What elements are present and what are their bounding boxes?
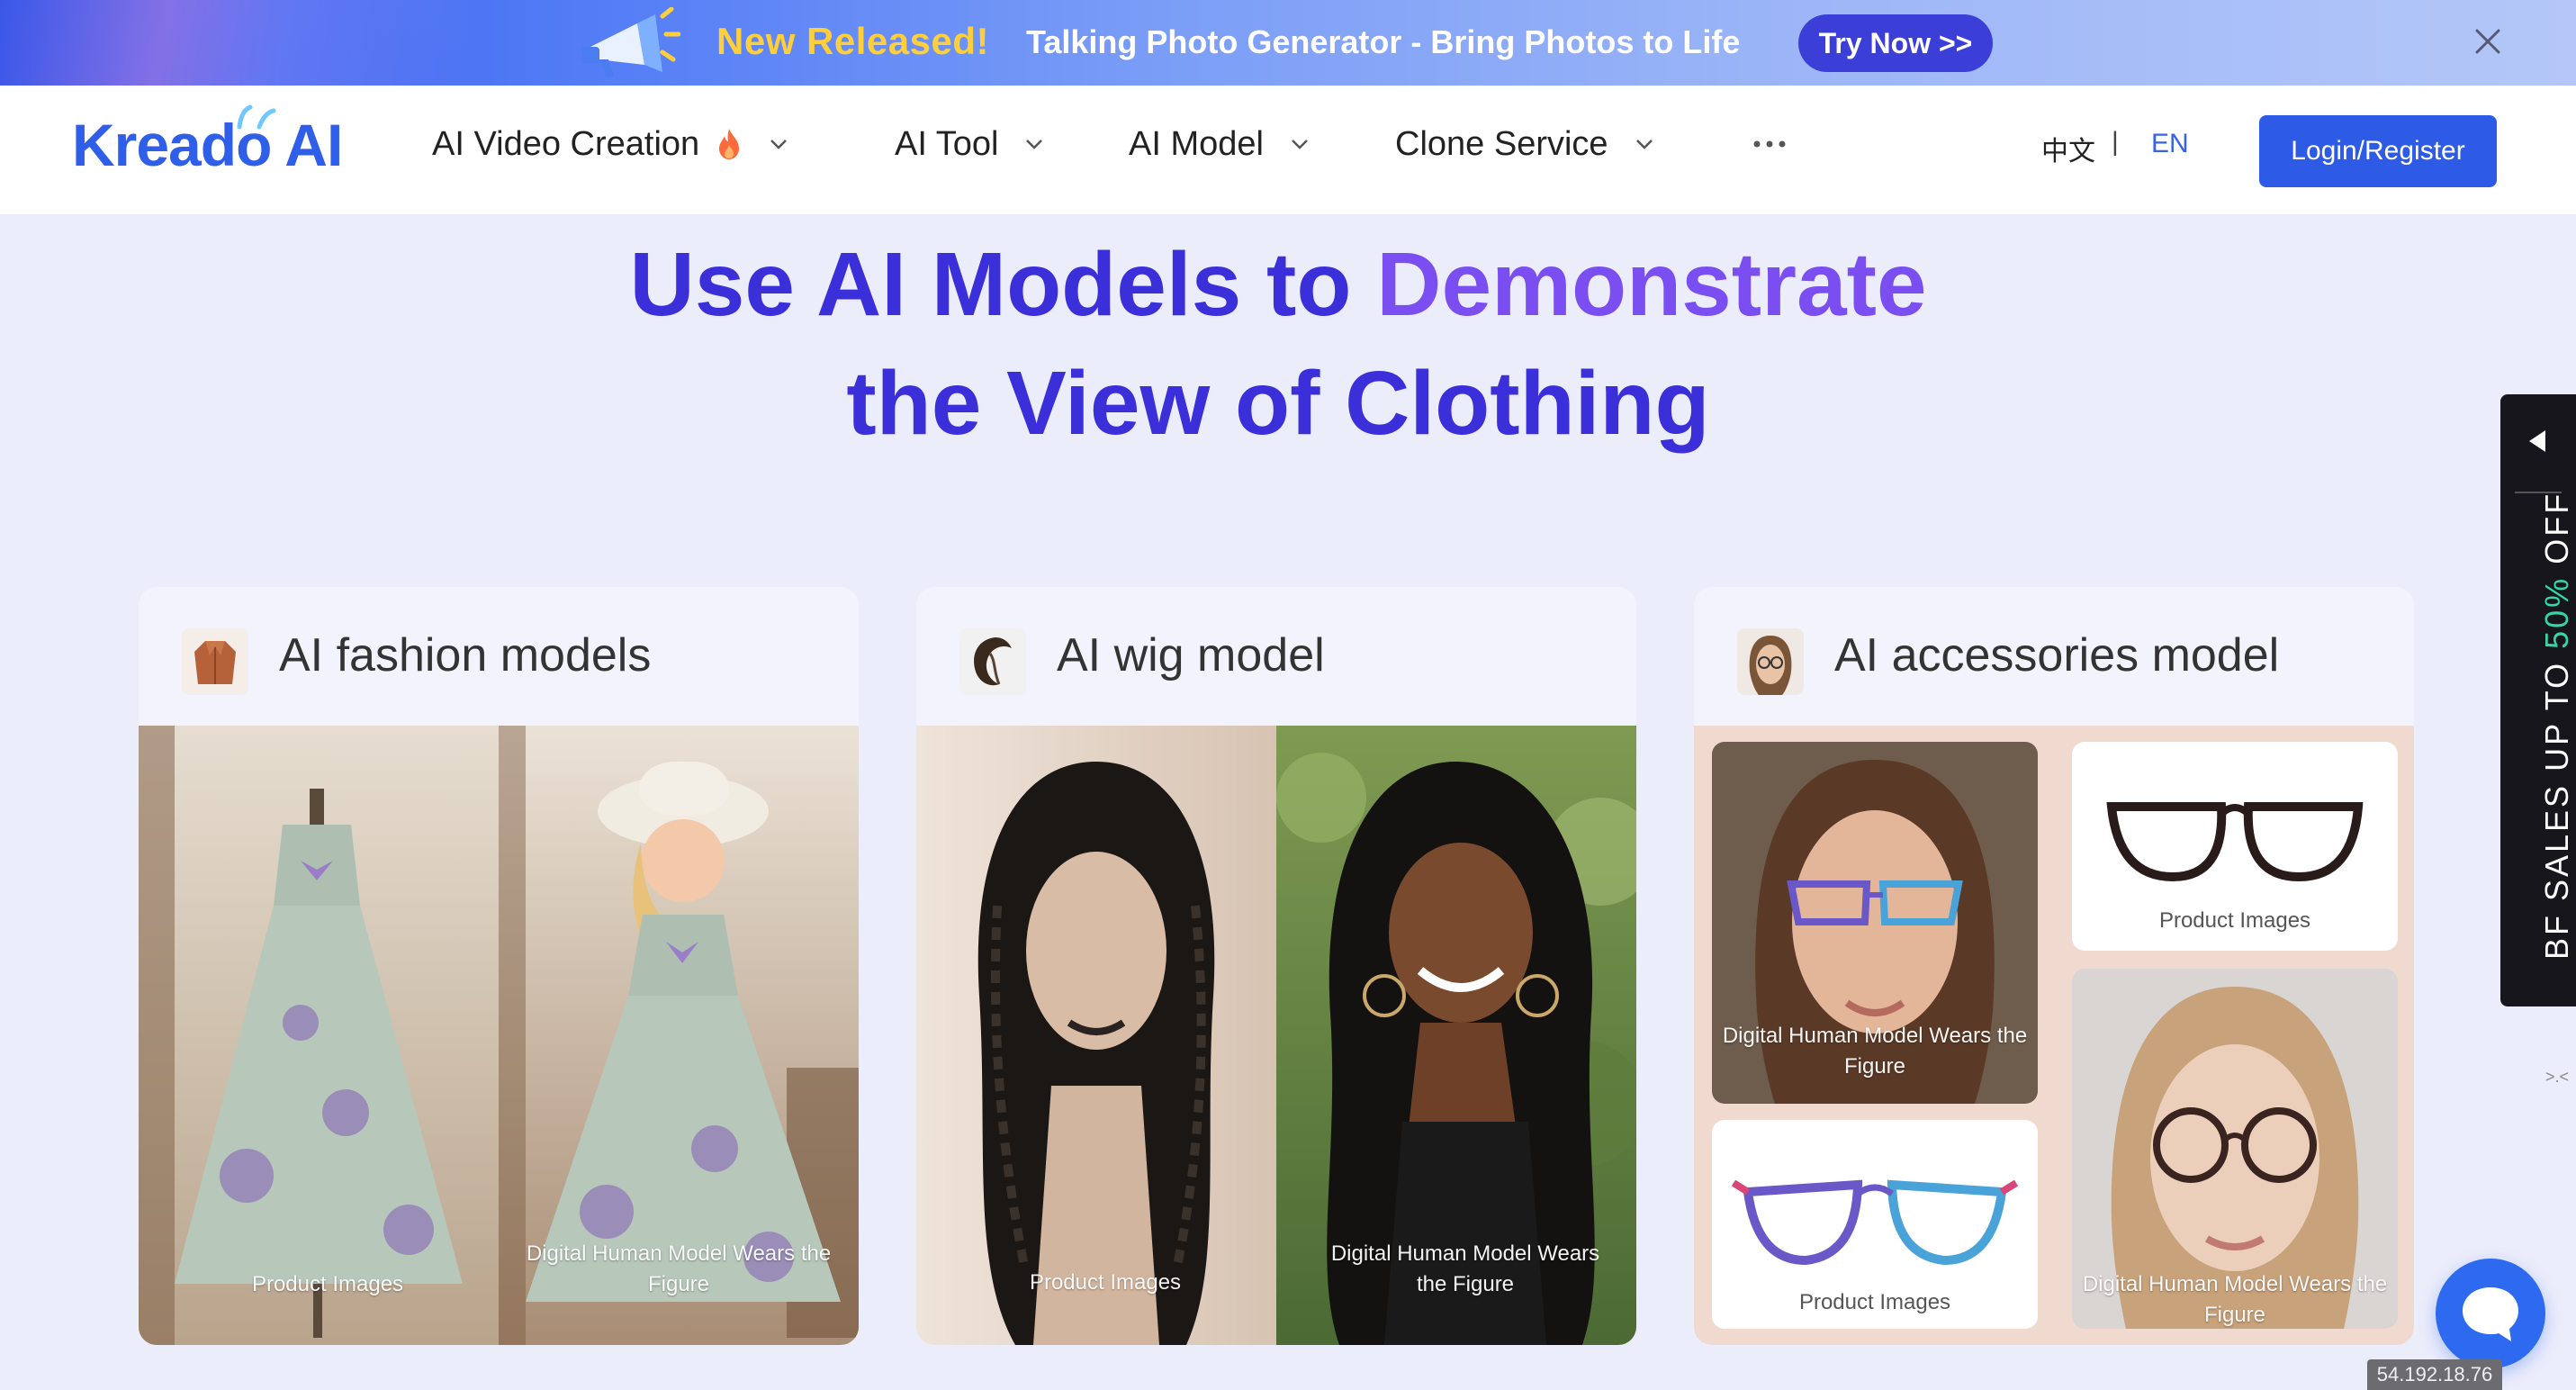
megaphone-icon: [581, 7, 680, 77]
collapse-hint[interactable]: >.<: [2545, 1068, 2569, 1087]
image-caption: Product Images: [1029, 1270, 1182, 1295]
nav-item-label: AI Video Creation: [432, 124, 700, 163]
image-caption: Digital Human Model Wears the Figure: [1330, 1241, 1600, 1296]
hero-line1-highlight: Demonstrate: [1376, 234, 1927, 335]
nav-item-label: AI Tool: [895, 124, 999, 163]
hero-line1-part1: Use AI Models to: [629, 234, 1377, 335]
ip-address-badge: 54.192.18.76: [2367, 1359, 2502, 1390]
logo-sparkle-icon: [237, 104, 276, 130]
language-english[interactable]: EN: [2151, 129, 2189, 159]
card-image: Product Images Digital Human Model Wears…: [139, 726, 859, 1345]
login-register-button[interactable]: Login/Register: [2259, 115, 2497, 187]
image-caption: Digital Human Model Wears the Figure: [526, 1241, 832, 1296]
nav-item-label: AI Model: [1129, 124, 1264, 163]
card-title: AI wig model: [1057, 629, 1325, 681]
card-header: AI wig model: [916, 587, 1636, 724]
promo-banner: New Released! Talking Photo Generator - …: [0, 0, 2576, 86]
image-caption: Digital Human Model Wears the Figure: [1722, 1024, 2028, 1079]
kreado-logo[interactable]: Kreado AI: [72, 104, 351, 185]
nav-ai-video-creation[interactable]: AI Video Creation: [432, 122, 791, 167]
side-promo-tab[interactable]: BF SALES UP TO 50% OFF: [2500, 394, 2576, 1006]
side-promo-suffix: OFF: [2538, 491, 2575, 576]
chevron-down-icon: [1026, 140, 1043, 149]
chat-support-button[interactable]: [2436, 1259, 2545, 1368]
language-separator: |: [2112, 127, 2119, 157]
chevron-down-icon: [770, 140, 788, 149]
language-chinese[interactable]: 中文: [2041, 129, 2095, 168]
new-released-label: New Released!: [716, 20, 989, 62]
close-icon[interactable]: [2472, 25, 2504, 58]
nav-ai-tool[interactable]: AI Tool: [895, 122, 1047, 167]
logo-text: Kreado AI: [72, 112, 343, 178]
card-header: AI accessories model: [1694, 587, 2414, 724]
side-promo-text: BF SALES UP TO 50% OFF: [2538, 492, 2576, 960]
chevron-down-icon: [1635, 140, 1653, 149]
hero-title: Use AI Models to Demonstrate the View of…: [0, 225, 2556, 463]
banner-text: Talking Photo Generator - Bring Photos t…: [1026, 23, 1741, 60]
card-fashion-models[interactable]: AI fashion models Product Images Digital…: [139, 587, 859, 1345]
image-caption: Product Images: [1798, 1290, 1951, 1314]
hero-line2: the View of Clothing: [846, 353, 1710, 454]
card-image: Product Images Digital Human Model Wears…: [916, 726, 1636, 1345]
try-now-button[interactable]: Try Now >>: [1798, 14, 1993, 72]
image-caption: Product Images: [251, 1272, 404, 1296]
wig-icon: [959, 628, 1026, 695]
card-wig-model[interactable]: AI wig model Product Images Digital Huma…: [916, 587, 1636, 1345]
image-caption: Product Images: [2158, 908, 2311, 933]
card-title: AI fashion models: [279, 629, 652, 681]
banner-decoration: [0, 0, 468, 86]
triangle-left-icon[interactable]: [2522, 425, 2554, 457]
top-navigation: Kreado AI AI Video Creation AI Tool AI M…: [0, 86, 2576, 214]
card-title: AI accessories model: [1834, 629, 2280, 681]
card-header: AI fashion models: [139, 587, 859, 724]
side-promo-prefix: BF SALES UP TO: [2538, 648, 2575, 960]
nav-ai-model[interactable]: AI Model: [1129, 122, 1312, 167]
fire-icon: [719, 129, 740, 159]
chevron-down-icon: [1292, 140, 1308, 149]
nav-clone-service[interactable]: Clone Service: [1395, 122, 1657, 167]
more-dots-icon[interactable]: [1752, 135, 1788, 153]
card-image: Digital Human Model Wears the Figure Pro…: [1694, 726, 2414, 1345]
chat-bubble-icon: [2463, 1287, 2518, 1341]
side-promo-percent: 50%: [2538, 575, 2575, 649]
jacket-icon: [182, 628, 248, 695]
nav-item-label: Clone Service: [1395, 124, 1608, 163]
glasses-model-icon: [1737, 628, 1804, 695]
card-accessories-model[interactable]: AI accessories model Digital Human Model…: [1694, 587, 2414, 1345]
image-caption: Digital Human Model Wears the Figure: [2082, 1272, 2388, 1327]
